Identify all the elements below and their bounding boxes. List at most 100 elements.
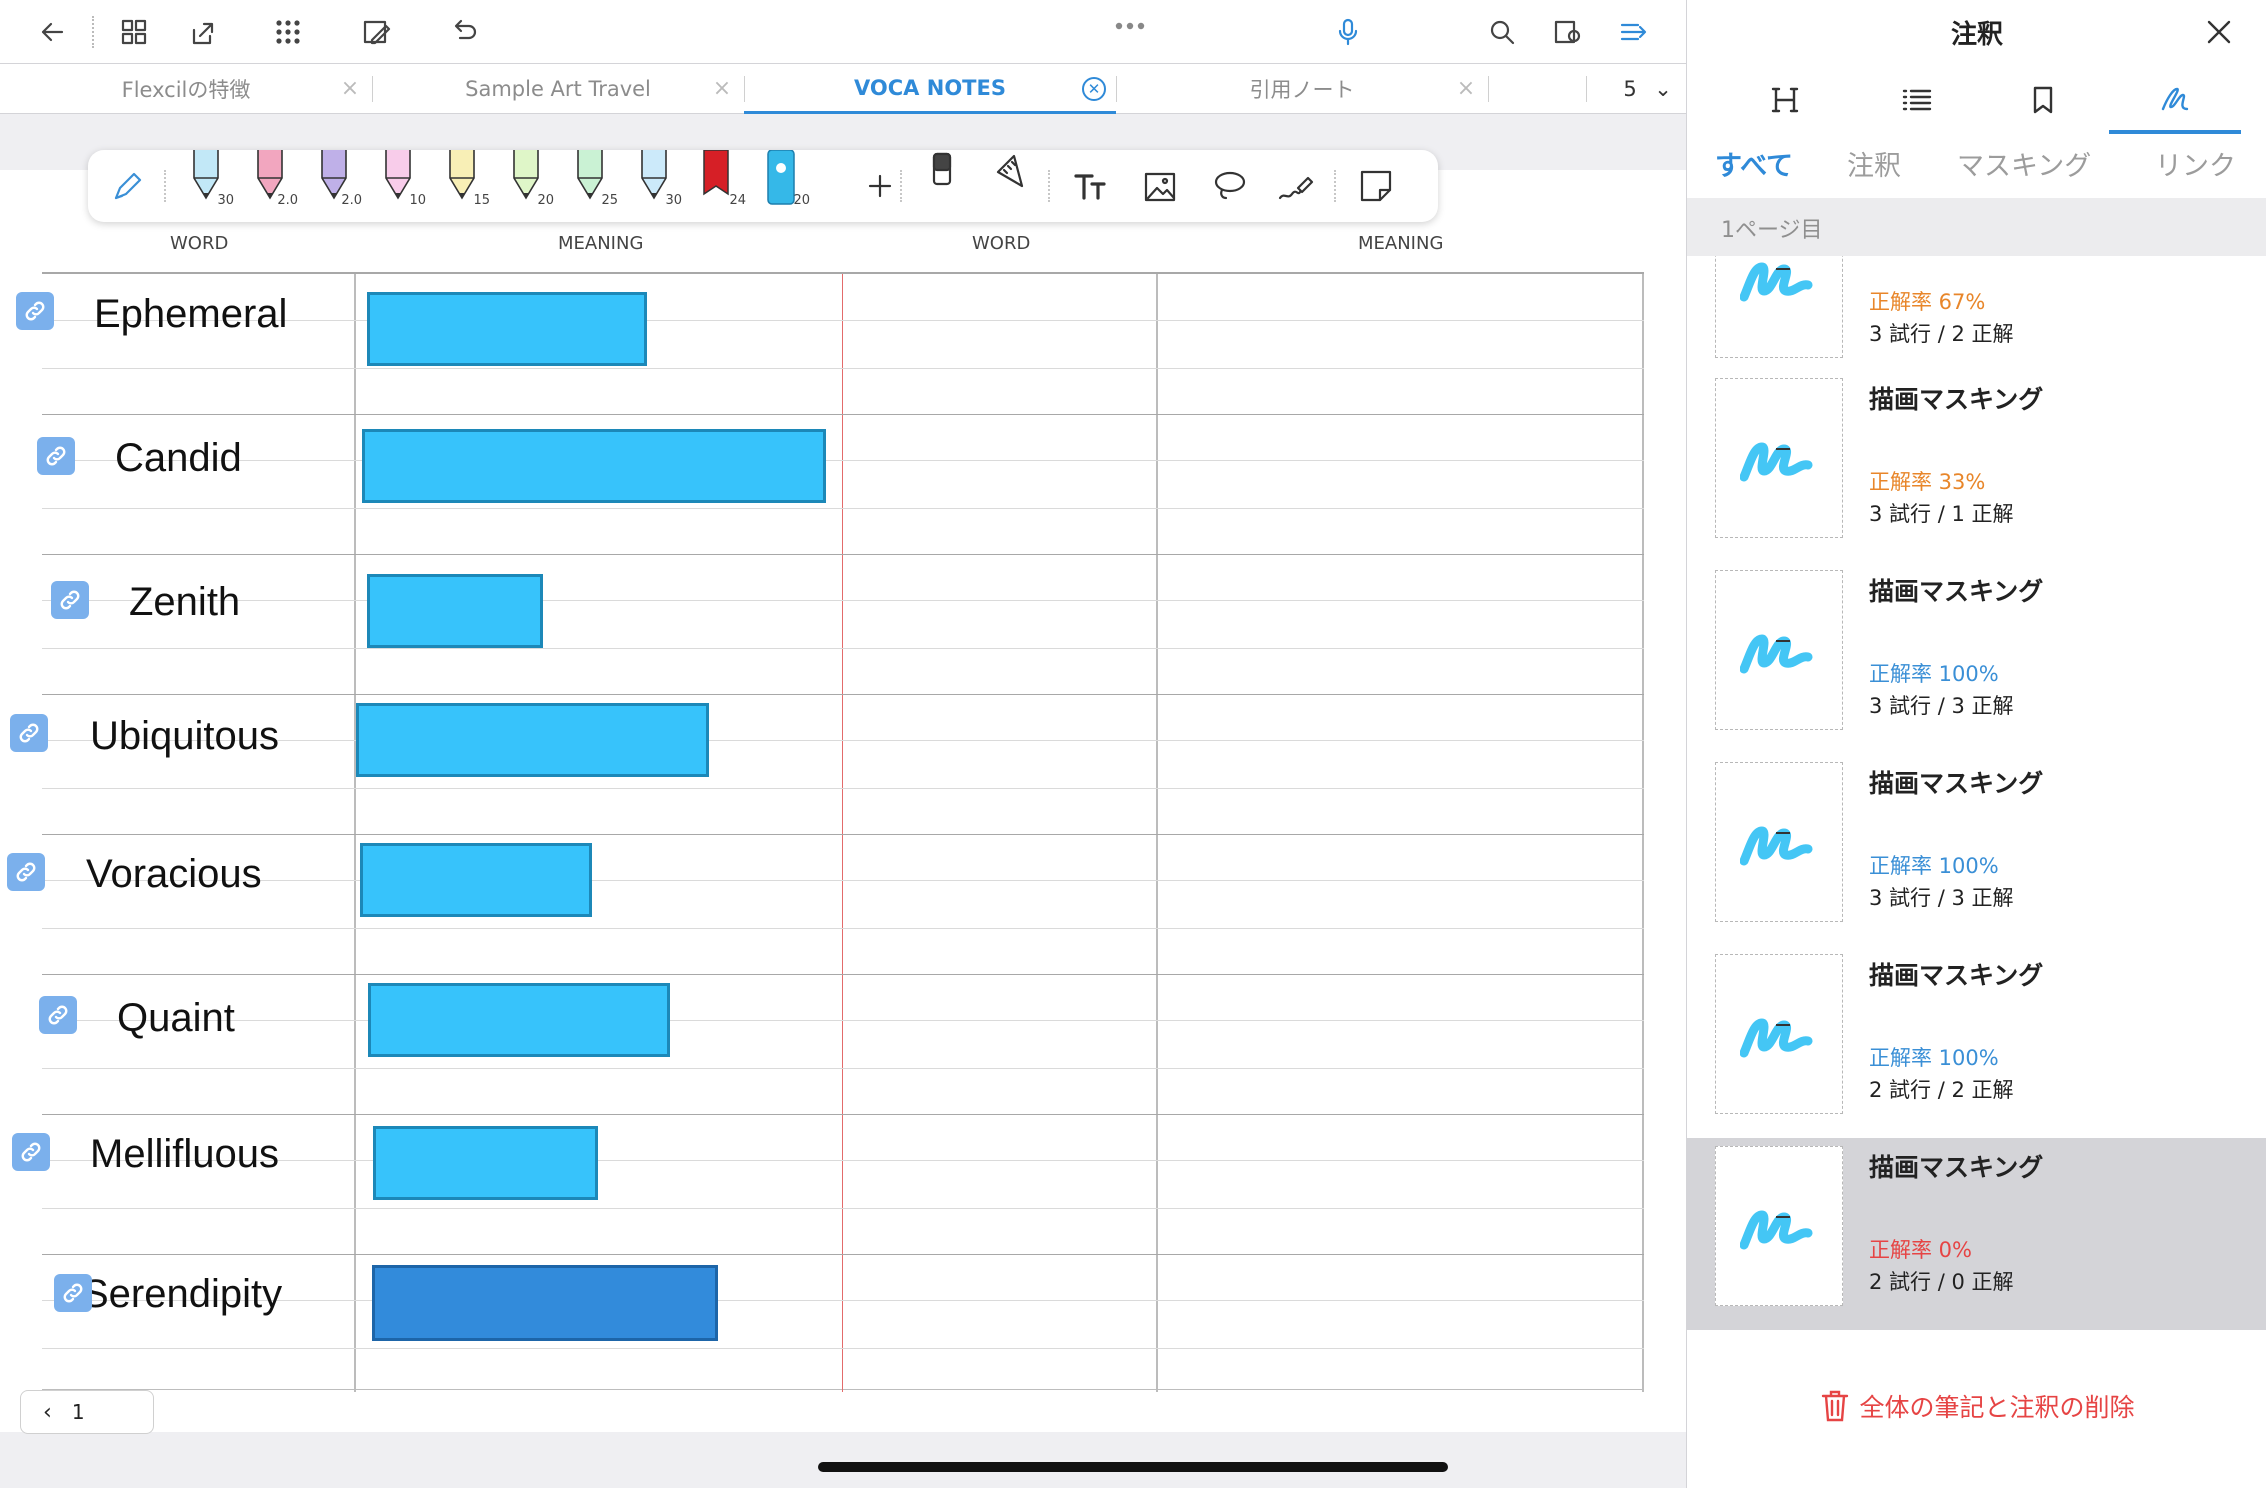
squiggle-icon	[1740, 262, 1813, 302]
pen-4[interactable]: 10	[376, 150, 426, 210]
tab-label: VOCA NOTES	[854, 75, 1006, 100]
annotation-item[interactable]: 描画マスキング 正解率 100% 2 試行 / 2 正解	[1687, 946, 2266, 1138]
masking-pen-icon[interactable]	[1274, 166, 1318, 206]
pen-size: 2.0	[277, 193, 298, 208]
edit-page-icon[interactable]	[358, 14, 394, 50]
close-tab-icon[interactable]: ×	[710, 77, 734, 101]
vocabulary-table	[42, 272, 1644, 1392]
drawing-mask[interactable]	[356, 703, 709, 777]
drawing-mask[interactable]	[368, 983, 670, 1057]
delete-all-button[interactable]: 全体の筆記と注釈の削除	[1687, 1376, 2266, 1436]
list-icon[interactable]	[1895, 78, 1939, 122]
pen-size: 30	[217, 193, 234, 208]
tab-quote-note[interactable]: 引用ノート	[1116, 64, 1488, 114]
link-icon[interactable]	[54, 1274, 92, 1312]
pen-2[interactable]: 2.0	[248, 150, 298, 210]
row-line	[42, 1348, 1644, 1349]
row-line	[42, 600, 1644, 601]
annotation-item[interactable]: 描画マスキング 正解率 100% 3 試行 / 3 正解	[1687, 754, 2266, 946]
pen-9[interactable]: 24	[696, 149, 746, 210]
app-window: Flexcilの特徴 × Sample Art Travel × VOCA NO…	[0, 0, 2266, 1488]
pen-7[interactable]: 25	[568, 150, 618, 210]
accuracy-rate: 正解率 100%	[1869, 854, 1999, 878]
annotation-thumbnail	[1715, 954, 1843, 1114]
row-line	[42, 648, 1644, 649]
link-icon[interactable]	[37, 437, 75, 475]
sticky-note-icon[interactable]	[1354, 166, 1398, 206]
drawing-mask[interactable]	[367, 574, 543, 648]
page-settings-icon[interactable]	[1550, 14, 1586, 50]
annotation-item[interactable]: 描画マスキング 正解率 33% 3 試行 / 1 正解	[1687, 370, 2266, 562]
drawing-mask[interactable]	[373, 1126, 598, 1200]
pen-size: 20	[537, 193, 554, 208]
row-line	[42, 694, 1644, 695]
pen-6[interactable]: 20	[504, 150, 554, 210]
drawing-mask-selected[interactable]	[372, 1265, 718, 1341]
pen-toolbar: 30 2.0 2.0 10 15 20 25 30 24 20	[88, 149, 1438, 222]
pen-1[interactable]: 30	[184, 150, 234, 210]
chevron-down-icon[interactable]: ⌄	[1648, 64, 1678, 114]
drawing-mask[interactable]	[367, 292, 647, 366]
microphone-icon[interactable]	[1330, 14, 1366, 50]
close-tab-icon[interactable]: ×	[338, 77, 362, 101]
row-line	[42, 368, 1644, 369]
row-line	[42, 740, 1644, 741]
image-tool-icon[interactable]	[1138, 166, 1182, 206]
annotation-item[interactable]: 描画マスキング 正解率 100% 3 試行 / 3 正解	[1687, 562, 2266, 754]
link-icon[interactable]	[39, 996, 77, 1034]
lasso-icon[interactable]	[1208, 166, 1252, 206]
tab-sample-art-travel[interactable]: Sample Art Travel	[372, 64, 744, 114]
close-icon[interactable]	[2201, 14, 2237, 50]
row-line	[42, 788, 1644, 789]
add-pen-icon[interactable]	[858, 166, 902, 206]
drawing-mask[interactable]	[362, 429, 826, 503]
tab-voca-notes[interactable]: VOCA NOTES	[744, 64, 1116, 114]
link-icon[interactable]	[10, 714, 48, 752]
accuracy-rate: 正解率 0%	[1869, 1238, 1972, 1262]
eraser-icon[interactable]	[920, 150, 964, 190]
filter-all[interactable]: すべて	[1715, 144, 1793, 183]
link-icon[interactable]	[51, 581, 89, 619]
drawing-mask[interactable]	[360, 843, 592, 917]
tab-flexcil[interactable]: Flexcilの特徴	[0, 64, 372, 114]
export-icon[interactable]	[184, 14, 220, 50]
column-header-meaning: MEANING	[558, 233, 644, 254]
trial-count: 3 試行 / 3 正解	[1869, 694, 2014, 718]
filter-link[interactable]: リンク	[2155, 144, 2236, 183]
ruler-icon[interactable]	[988, 150, 1032, 190]
text-tool-icon[interactable]	[1068, 166, 1112, 206]
home-indicator	[818, 1462, 1448, 1472]
pen-size: 20	[793, 193, 810, 208]
drawing-annotation-icon[interactable]	[2153, 78, 2197, 122]
close-tab-icon[interactable]: ×	[1454, 77, 1478, 101]
pen-settings-icon[interactable]	[104, 166, 148, 206]
pen-8[interactable]: 30	[632, 150, 682, 210]
tab-count[interactable]: 5	[1610, 64, 1650, 114]
grid-view-icon[interactable]	[116, 14, 152, 50]
page-navigator[interactable]: ‹ 1	[20, 1390, 154, 1434]
undo-icon[interactable]	[446, 14, 482, 50]
filter-masking[interactable]: マスキング	[1957, 144, 2091, 183]
pen-3[interactable]: 2.0	[312, 150, 362, 210]
pen-5[interactable]: 15	[440, 150, 490, 210]
link-icon[interactable]	[7, 853, 45, 891]
pen-size: 2.0	[341, 193, 362, 208]
link-icon[interactable]	[12, 1133, 50, 1171]
filter-annotation[interactable]: 注釈	[1847, 144, 1901, 183]
heading-icon[interactable]	[1763, 78, 1807, 122]
more-icon[interactable]	[1112, 8, 1148, 44]
annotation-item[interactable]: 描画マスキング 正解率 0% 2 試行 / 0 正解	[1687, 1138, 2266, 1330]
pen-size: 15	[473, 193, 490, 208]
row-line	[42, 554, 1644, 555]
chevron-left-icon[interactable]: ‹	[43, 1400, 52, 1425]
annotation-item[interactable]: 正解率 67% 3 試行 / 2 正解	[1687, 256, 2266, 382]
back-icon[interactable]	[34, 14, 70, 50]
apps-icon[interactable]	[270, 14, 306, 50]
pen-10[interactable]: 20	[760, 149, 810, 210]
bookmark-icon[interactable]	[2021, 78, 2065, 122]
panel-toggle-icon[interactable]	[1616, 14, 1652, 50]
close-tab-icon[interactable]: ✕	[1082, 77, 1106, 101]
link-icon[interactable]	[16, 292, 54, 330]
search-icon[interactable]	[1484, 14, 1520, 50]
delete-all-label: 全体の筆記と注釈の削除	[1859, 1393, 2135, 1422]
